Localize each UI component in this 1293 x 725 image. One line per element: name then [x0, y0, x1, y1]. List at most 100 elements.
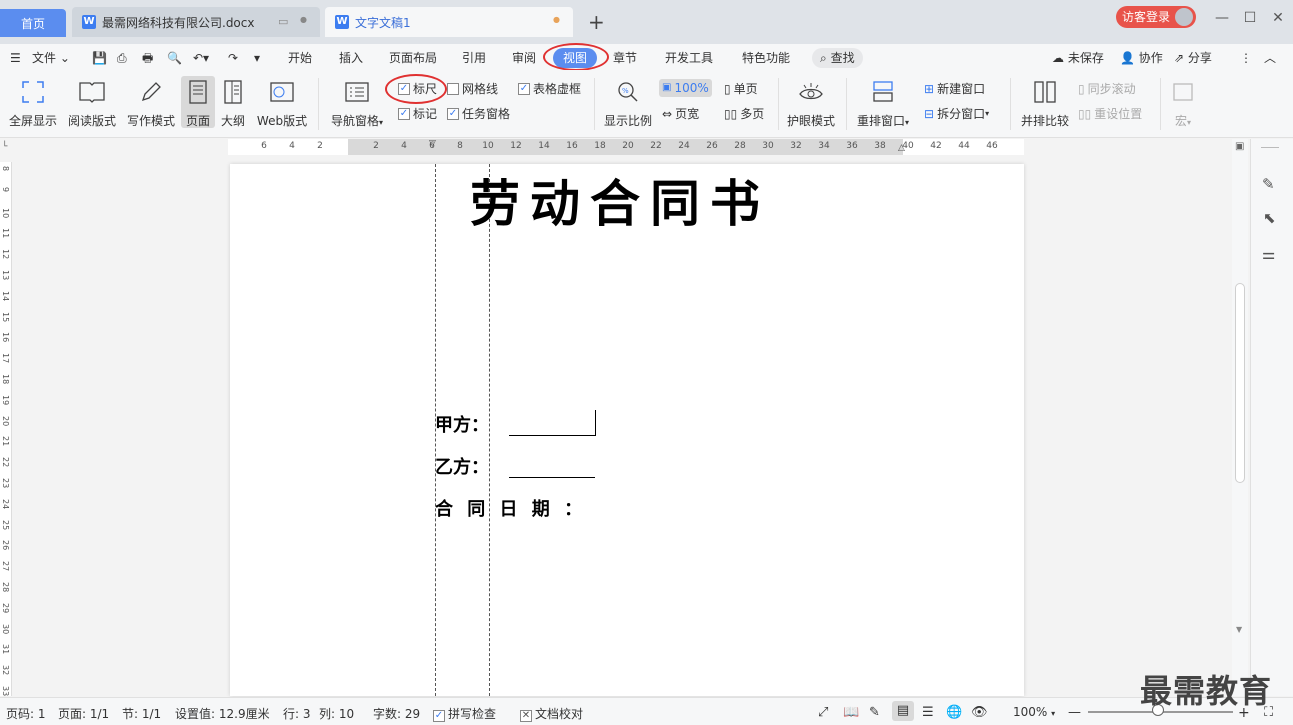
side-panel: ✎ ⬉ ⚌	[1250, 139, 1293, 696]
menu-insert[interactable]: 插入	[339, 48, 363, 68]
menu-layout[interactable]: 页面布局	[389, 48, 437, 68]
page-width-button[interactable]: ⇔ 页宽	[662, 105, 699, 123]
single-page-button[interactable]: ▯ 单页	[724, 80, 758, 98]
split-window-button[interactable]: ⊟ 拆分窗口 ▾	[924, 105, 989, 123]
undo-icon[interactable]: ↶▾	[193, 48, 209, 68]
scroll-down-icon[interactable]: ▼	[1236, 625, 1242, 634]
nav-pane-label: 导航窗格▾	[328, 112, 386, 129]
nav-pane-button[interactable]: 导航窗格▾	[328, 76, 386, 129]
close-icon[interactable]: ✕	[1266, 8, 1290, 28]
unsaved-button[interactable]: ☁ 未保存	[1052, 48, 1104, 68]
zoom-100-button[interactable]: ▣ 100%	[659, 79, 712, 97]
minimize-icon[interactable]: —	[1210, 8, 1234, 28]
tab-dot-icon[interactable]: ●	[300, 15, 307, 24]
vruler-tick-label: 18	[1, 374, 10, 385]
menu-start[interactable]: 开始	[288, 48, 312, 68]
web-status-icon[interactable]: 🌐	[946, 705, 962, 720]
eye-status-icon[interactable]: 👁	[971, 705, 988, 720]
tab-stop-icon[interactable]: └	[2, 142, 7, 152]
outline-button[interactable]: 大纲	[218, 76, 248, 129]
menu-reference[interactable]: 引用	[462, 48, 486, 68]
side-by-side-button[interactable]: 并排比较	[1018, 76, 1072, 129]
ruler-tick-label: 36	[846, 141, 858, 151]
pen-status-icon[interactable]: ✎	[869, 705, 880, 720]
fullscreen-button[interactable]: 全屏显示	[8, 76, 58, 129]
dropdown-icon: ▾	[1187, 118, 1192, 127]
edit-pen-icon[interactable]: ✎	[1262, 175, 1275, 193]
vruler-tick-label: 22	[1, 457, 10, 468]
unsaved-dot-icon[interactable]: ●	[553, 15, 560, 24]
gridlines-checkbox[interactable]: 网格线	[447, 80, 498, 98]
status-word-count[interactable]: 字数: 29	[373, 705, 420, 722]
tab-home[interactable]: 首页	[0, 9, 66, 37]
outline-status-icon[interactable]: ☰	[922, 705, 934, 720]
menu-file[interactable]: 文件 ⌄	[32, 48, 70, 68]
vertical-ruler[interactable]: 8 9 10 11 12 13 14 15 16 17 18 19 20 21 22 23 24 25 26 27 28…	[0, 162, 12, 696]
page-mode-button[interactable]: 页面	[181, 76, 215, 128]
table-grid-checkbox[interactable]: ✓ 表格虚框	[518, 80, 581, 98]
task-pane-checkbox[interactable]: ✓ 任务窗格	[447, 105, 510, 123]
macro-button[interactable]: 宏▾	[1166, 76, 1200, 129]
menu-developer[interactable]: 开发工具	[665, 48, 713, 68]
menu-icon[interactable]: ☰	[10, 48, 21, 68]
share-button[interactable]: ⇗ 分享	[1174, 48, 1212, 68]
export-icon[interactable]: ⎙	[117, 48, 127, 68]
zoom-ratio-button[interactable]: % 显示比例	[602, 76, 654, 129]
tab-active-document[interactable]: W 文字文稿1 ●	[325, 7, 573, 37]
share-icon: ⇗	[1174, 51, 1185, 65]
zoom-level-dropdown[interactable]: 100% ▾	[1013, 705, 1055, 719]
writing-mode-button[interactable]: 写作模式	[126, 76, 176, 129]
rearrange-text: 重排窗口	[856, 114, 905, 128]
collab-button[interactable]: 👤 协作	[1120, 48, 1163, 68]
tab-document[interactable]: W 最需网络科技有限公司.docx ▭ ●	[72, 7, 320, 37]
reading-status-icon[interactable]: 📖	[843, 705, 859, 720]
vertical-scrollbar[interactable]: ▣ ▼	[1232, 139, 1248, 696]
vruler-tick-label: 15	[1, 311, 10, 322]
settings-sliders-icon[interactable]: ⚌	[1262, 245, 1275, 263]
menu-review[interactable]: 审阅	[512, 48, 536, 68]
doc-proof-toggle[interactable]: ✕ 文档校对	[520, 705, 583, 722]
scroll-top-icon[interactable]: ▣	[1235, 141, 1244, 152]
page-view-status-icon[interactable]: ▤	[892, 701, 914, 721]
spell-check-toggle[interactable]: ✓ 拼写检查	[433, 705, 496, 722]
dropdown-icon: ▾	[985, 109, 990, 118]
checkbox-checked-icon: ✓	[398, 108, 410, 120]
collapse-ribbon-icon[interactable]: ︿	[1264, 48, 1276, 68]
fullscreen-status-icon[interactable]: ⤢	[818, 705, 828, 720]
print-icon[interactable]: 🖶	[142, 48, 153, 68]
new-window-button[interactable]: ⊞ 新建窗口	[924, 80, 985, 98]
scrollbar-thumb[interactable]	[1235, 283, 1245, 483]
horizontal-ruler[interactable]: 6 4 2 2 4 6 8 10 12 14 16 18 20 22 24 26 28 30 32 34 36 38 40 4…	[228, 139, 1024, 155]
ruler-tick-label: 46	[986, 141, 998, 151]
reading-mode-button[interactable]: 阅读版式	[66, 76, 118, 129]
document-page[interactable]: 劳动合同书 甲方： 乙方： 合 同 日 期 ：	[230, 164, 1024, 696]
vruler-tick-label: 29	[1, 602, 10, 613]
ruler-tick-label: 28	[734, 141, 746, 151]
redo-icon[interactable]: ↷	[228, 48, 238, 68]
indent-marker-icon[interactable]: ▽	[429, 139, 436, 149]
find-button[interactable]: ⌕ 查找	[812, 48, 863, 68]
collab-label: 协作	[1138, 51, 1163, 65]
save-icon[interactable]: 💾	[92, 48, 107, 68]
ruler-tick-label: 22	[650, 141, 662, 151]
login-button[interactable]: 访客登录	[1116, 6, 1196, 28]
multi-page-button[interactable]: ▯▯ 多页	[724, 105, 764, 123]
preview-icon[interactable]: 🔍	[167, 48, 182, 68]
reset-position-button[interactable]: ▯▯ 重设位置	[1078, 105, 1142, 123]
zoom-out-icon[interactable]: —	[1068, 705, 1081, 720]
sync-scroll-button[interactable]: ▯ 同步滚动	[1078, 80, 1136, 98]
more-icon[interactable]: ⋮	[1240, 48, 1252, 68]
right-indent-marker-icon[interactable]: △	[898, 143, 905, 153]
cursor-select-icon[interactable]: ⬉	[1263, 209, 1276, 227]
web-mode-button[interactable]: Web版式	[255, 76, 309, 129]
new-tab-button[interactable]: +	[588, 10, 605, 34]
menu-chapter[interactable]: 章节	[613, 48, 637, 68]
vruler-tick-label: 20	[1, 415, 10, 426]
marks-checkbox[interactable]: ✓ 标记	[398, 105, 437, 123]
rearrange-window-button[interactable]: 重排窗口▾	[854, 76, 912, 129]
eye-mode-button[interactable]: 护眼模式	[785, 76, 837, 129]
menu-features[interactable]: 特色功能	[742, 48, 790, 68]
ruler-tick-label: 10	[482, 141, 494, 151]
more-dropdown-icon[interactable]: ▾	[254, 48, 260, 68]
maximize-icon[interactable]: ☐	[1238, 8, 1262, 28]
